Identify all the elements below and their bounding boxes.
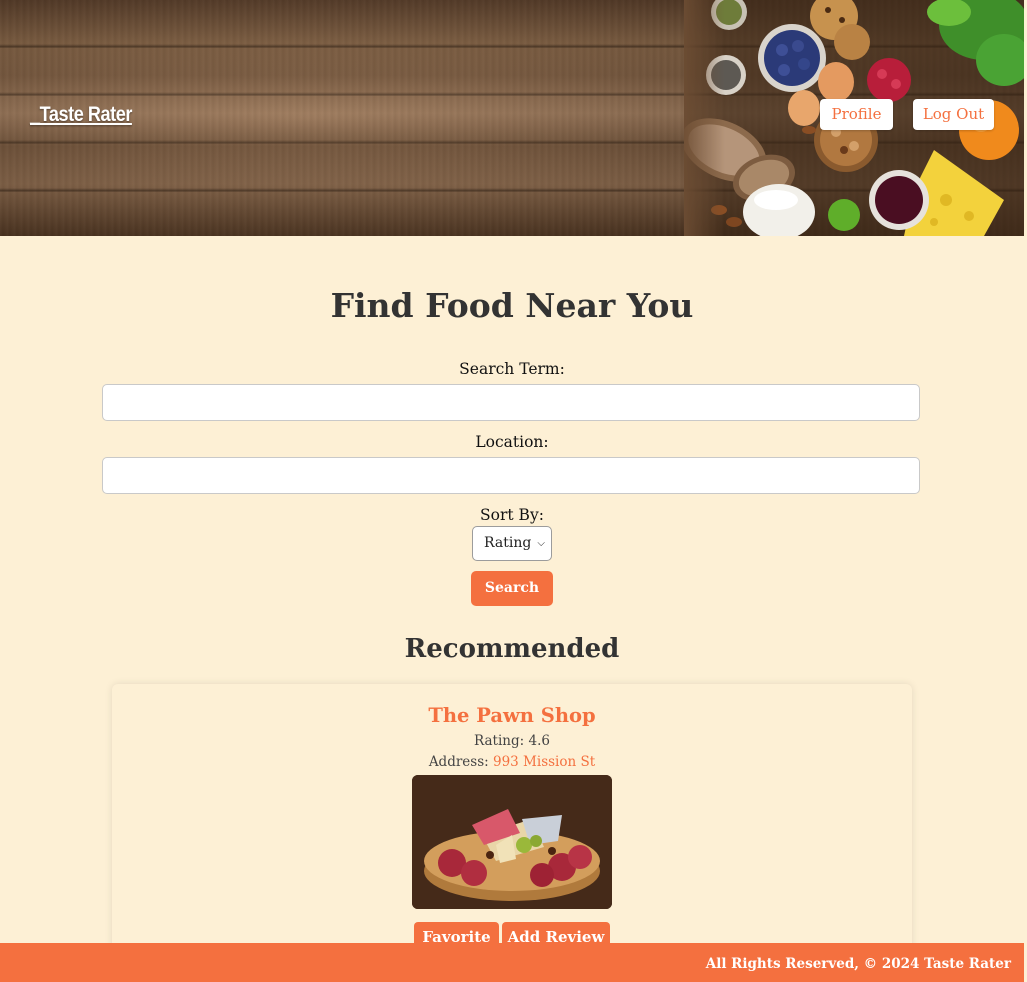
chevron-down-icon: ⌵ [537,538,545,549]
page-title: Find Food Near You [330,286,694,325]
rating-label: Rating: [474,733,525,749]
rating-value: 4.6 [528,733,550,749]
sort-by-select[interactable]: Rating ⌵ [472,526,552,561]
brand-logo-link[interactable]: _Taste Rater [30,103,132,127]
profile-button[interactable]: Profile [820,99,893,130]
restaurant-address: Address: 993 Mission St [0,754,1024,770]
restaurant-name-link[interactable]: The Pawn Shop [0,704,1024,727]
page: _Taste Rater Profile Log Out Find Food N… [0,0,1027,982]
footer-copyright: All Rights Reserved, © 2024 Taste Rater [705,956,1011,972]
header-banner: _Taste Rater Profile Log Out [0,0,1024,236]
logout-button[interactable]: Log Out [913,99,994,130]
search-button[interactable]: Search [471,571,553,606]
search-term-input[interactable] [102,384,920,421]
address-label: Address: [428,754,489,770]
recommended-heading: Recommended [404,634,620,664]
footer: All Rights Reserved, © 2024 Taste Rater [0,943,1024,982]
address-link[interactable]: 993 Mission St [493,754,595,770]
sort-by-label: Sort By: [480,506,544,524]
search-term-label: Search Term: [459,360,565,378]
location-input[interactable] [102,457,920,494]
sort-by-selected-value: Rating [484,535,532,551]
location-label: Location: [475,433,549,451]
restaurant-rating: Rating: 4.6 [0,733,1024,749]
restaurant-photo [412,775,612,909]
